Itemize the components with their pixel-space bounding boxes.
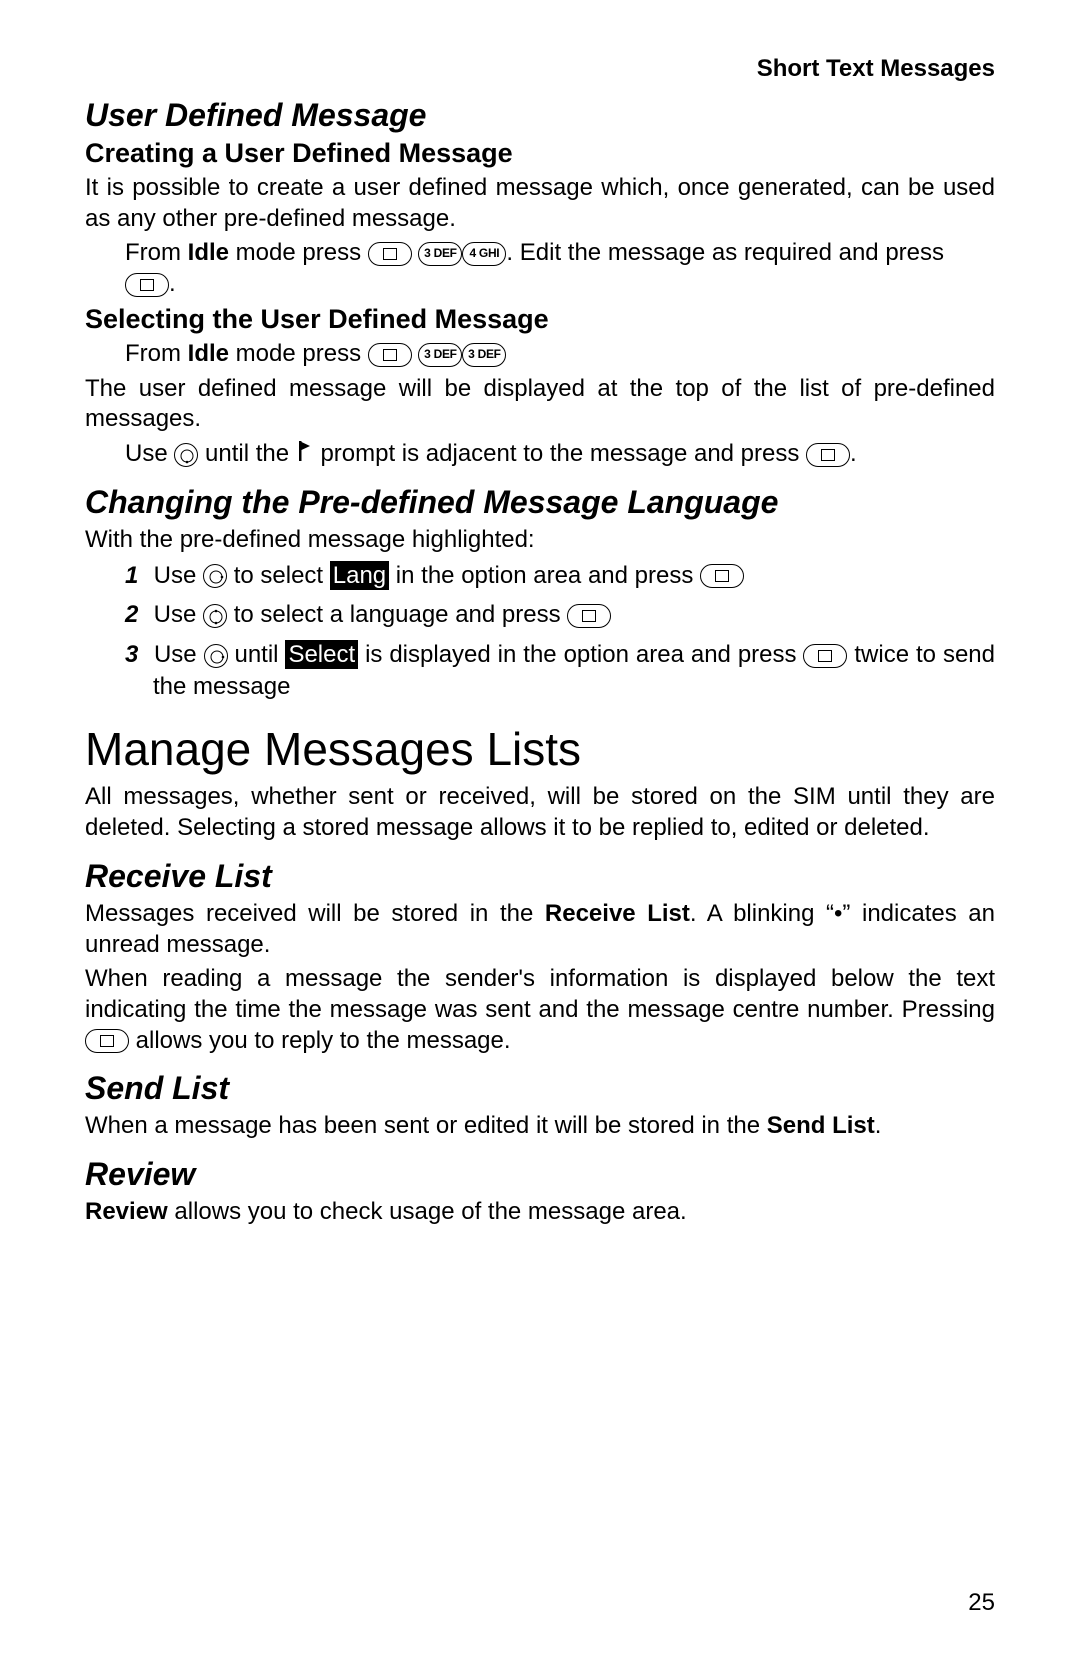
step-text: From Idle mode press 3 DEF3 DEF bbox=[85, 339, 995, 370]
text: in the option area and press bbox=[389, 562, 700, 589]
heading-changing-language: Changing the Pre-defined Message Languag… bbox=[85, 484, 995, 521]
heading-manage-messages: Manage Messages Lists bbox=[85, 722, 995, 776]
text: When a message has been sent or edited i… bbox=[85, 1112, 767, 1139]
paragraph: All messages, whether sent or received, … bbox=[85, 782, 995, 843]
list-number: 1 bbox=[125, 560, 147, 592]
numbered-list: 1 Use to select Lang in the option area … bbox=[85, 560, 995, 703]
text: until the bbox=[205, 440, 289, 467]
text: Use bbox=[154, 562, 203, 589]
text: to select a language and press bbox=[227, 601, 567, 628]
paragraph: With the pre-defined message highlighted… bbox=[85, 525, 995, 556]
running-header: Short Text Messages bbox=[85, 55, 995, 83]
paragraph: The user defined message will be display… bbox=[85, 374, 995, 435]
heading-creating-udm: Creating a User Defined Message bbox=[85, 138, 995, 169]
text: to select bbox=[227, 562, 330, 589]
ok-key-icon bbox=[85, 1029, 129, 1053]
ok-key-icon bbox=[567, 604, 611, 628]
text: is displayed in the option area and pres… bbox=[358, 641, 803, 668]
text-bold: Send List bbox=[767, 1112, 875, 1139]
text: When reading a message the sender's info… bbox=[85, 965, 995, 1023]
text: Use bbox=[125, 440, 174, 467]
menu-key-icon bbox=[368, 343, 412, 367]
text: Messages received will be stored in the bbox=[85, 900, 545, 927]
text: . bbox=[169, 270, 176, 297]
heading-review: Review bbox=[85, 1156, 995, 1193]
menu-key-icon bbox=[368, 242, 412, 266]
highlight-lang: Lang bbox=[330, 561, 389, 590]
page-number: 25 bbox=[968, 1589, 995, 1617]
paragraph: Messages received will be stored in the … bbox=[85, 899, 995, 960]
text: From bbox=[125, 340, 188, 367]
heading-receive-list: Receive List bbox=[85, 858, 995, 895]
key-3def-icon: 3 DEF bbox=[462, 343, 506, 367]
key-3def-icon: 3 DEF bbox=[418, 242, 462, 266]
nav-down-key-icon bbox=[174, 443, 198, 467]
list-item: 1 Use to select Lang in the option area … bbox=[125, 560, 995, 592]
key-3def-icon: 3 DEF bbox=[418, 343, 462, 367]
text: . Edit the message as required and press bbox=[506, 239, 944, 266]
text: From bbox=[125, 239, 188, 266]
paragraph: It is possible to create a user defined … bbox=[85, 173, 995, 234]
list-number: 2 bbox=[125, 599, 147, 631]
key-4ghi-icon: 4 GHI bbox=[462, 242, 506, 266]
nav-right-key-icon bbox=[204, 644, 228, 668]
nav-updown-key-icon bbox=[203, 604, 227, 628]
text-bold: Receive List bbox=[545, 900, 690, 927]
paragraph: When a message has been sent or edited i… bbox=[85, 1111, 995, 1142]
text: allows you to check usage of the message… bbox=[168, 1198, 687, 1225]
text: . bbox=[850, 440, 857, 467]
ok-key-icon bbox=[125, 273, 169, 297]
paragraph: Review allows you to check usage of the … bbox=[85, 1197, 995, 1228]
nav-right-key-icon bbox=[203, 564, 227, 588]
list-item: 2 Use to select a language and press bbox=[125, 599, 995, 631]
text: mode press bbox=[229, 340, 368, 367]
highlight-select: Select bbox=[285, 640, 358, 669]
text: Use bbox=[154, 601, 203, 628]
text-bold: Review bbox=[85, 1198, 168, 1225]
ok-key-icon bbox=[806, 443, 850, 467]
text: . bbox=[875, 1112, 882, 1139]
heading-selecting-udm: Selecting the User Defined Message bbox=[85, 304, 995, 335]
text: until bbox=[228, 641, 286, 668]
text: allows you to reply to the message. bbox=[136, 1027, 511, 1054]
cursor-flag-icon bbox=[298, 439, 312, 470]
step-text: Use until the prompt is adjacent to the … bbox=[85, 439, 995, 470]
ok-key-icon bbox=[700, 564, 744, 588]
page: Short Text Messages User Defined Message… bbox=[0, 0, 1080, 1667]
text: Use bbox=[154, 641, 204, 668]
heading-send-list: Send List bbox=[85, 1070, 995, 1107]
list-item: 3 Use until Select is displayed in the o… bbox=[125, 639, 995, 702]
list-number: 3 bbox=[125, 639, 147, 671]
step-text: From Idle mode press 3 DEF4 GHI. Edit th… bbox=[85, 238, 995, 299]
text-idle: Idle bbox=[188, 340, 229, 367]
ok-key-icon bbox=[803, 644, 847, 668]
text-idle: Idle bbox=[188, 239, 229, 266]
text: mode press bbox=[229, 239, 368, 266]
paragraph: When reading a message the sender's info… bbox=[85, 964, 995, 1056]
text: prompt is adjacent to the message and pr… bbox=[320, 440, 806, 467]
heading-user-defined-message: User Defined Message bbox=[85, 97, 995, 134]
